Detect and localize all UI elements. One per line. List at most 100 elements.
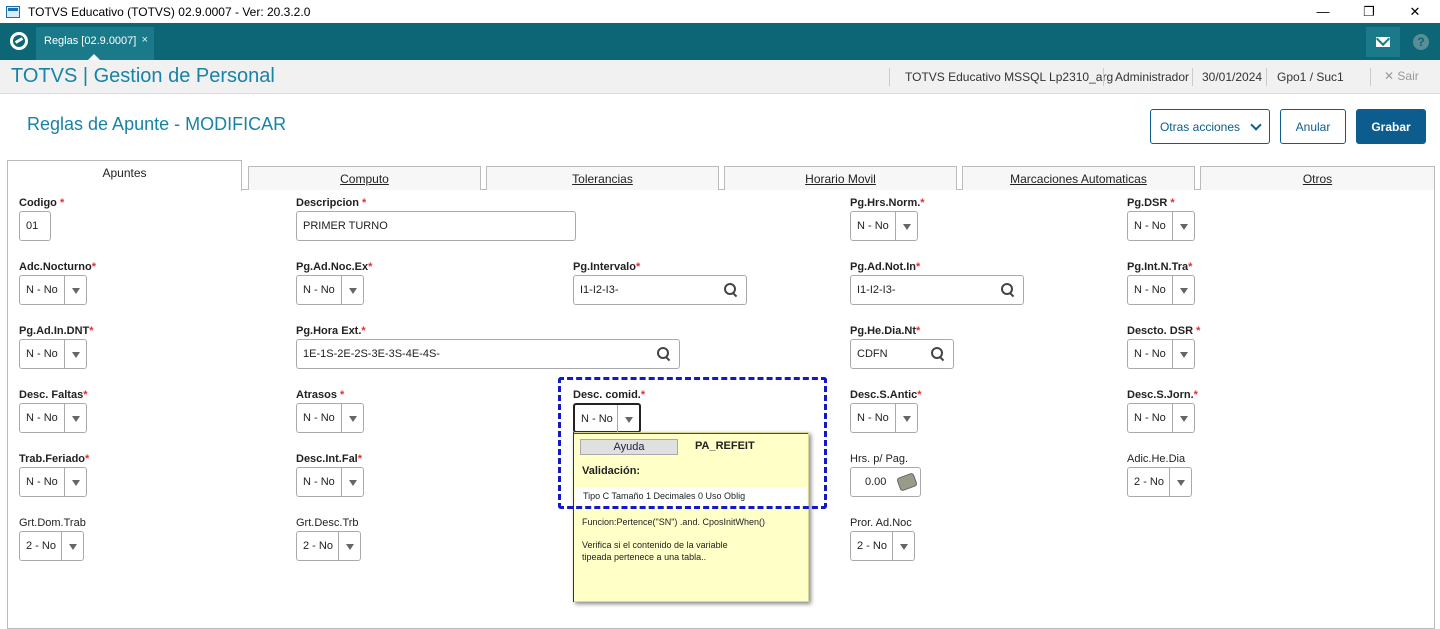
adc-nocturno-select[interactable]: N - No	[19, 275, 87, 305]
dropdown-arrow-icon	[341, 404, 363, 432]
help-icon: ?	[1413, 34, 1429, 50]
descripcion-label: Descripcion *	[296, 197, 367, 209]
header-divider	[1266, 68, 1267, 86]
dropdown-arrow-icon	[64, 340, 86, 368]
pg-ad-noc-ex-select[interactable]: N - No	[296, 275, 364, 305]
calculator-icon[interactable]	[896, 472, 918, 492]
user-label: Administrador	[1115, 70, 1190, 84]
search-icon[interactable]	[1001, 283, 1015, 297]
dropdown-arrow-icon	[64, 468, 86, 496]
grt-dom-trab-select[interactable]: 2 - No	[19, 531, 84, 561]
dropdown-arrow-icon	[892, 532, 914, 560]
anular-button[interactable]: Anular	[1280, 109, 1346, 144]
header-divider	[1192, 68, 1193, 86]
tab-horario-movil[interactable]: Horario Movil	[724, 166, 957, 190]
validation-function: Funcion:Pertence("SN") .and. CposInitWhe…	[582, 517, 765, 527]
grt-desc-trb-label: Grt.Desc.Trb	[296, 517, 359, 529]
pg-hrs-norm-label: Pg.Hrs.Norm.*	[850, 197, 925, 209]
help-button[interactable]: ?	[1404, 27, 1438, 57]
trab-feriado-select[interactable]: N - No	[19, 467, 87, 497]
tab-marcaciones-label: Marcaciones Automaticas	[1010, 172, 1147, 186]
codigo-field[interactable]: 01	[19, 211, 51, 241]
dropdown-arrow-icon	[1172, 276, 1194, 304]
atrasos-label: Atrasos *	[296, 389, 345, 401]
mail-button[interactable]	[1366, 27, 1400, 57]
tab-otros[interactable]: Otros	[1200, 166, 1435, 190]
pg-ad-in-dnt-select[interactable]: N - No	[19, 339, 87, 369]
desc-s-antic-select[interactable]: N - No	[850, 403, 918, 433]
dropdown-arrow-icon	[1169, 468, 1191, 496]
tab-apuntes[interactable]: Apuntes	[7, 160, 242, 191]
exit-button[interactable]: ✕ Sair	[1384, 69, 1419, 83]
descto-dsr-select[interactable]: N - No	[1127, 339, 1195, 369]
descto-dsr-label: Descto. DSR *	[1127, 325, 1201, 337]
dropdown-arrow-icon	[895, 212, 917, 240]
desc-s-jorn-select[interactable]: N - No	[1127, 403, 1195, 433]
tab-otros-label: Otros	[1302, 172, 1333, 186]
hrs-p-pag-field[interactable]: 0.00	[850, 467, 921, 497]
folder-tabs: Apuntes Computo Tolerancias Horario Movi…	[7, 160, 1435, 191]
close-icon: ✕	[1384, 69, 1395, 83]
app-window-icon	[6, 5, 20, 18]
pg-dsr-select[interactable]: N - No	[1127, 211, 1195, 241]
pror-ad-noc-label: Pror. Ad.Noc	[850, 517, 912, 529]
close-window-button[interactable]: ✕	[1392, 0, 1438, 23]
dropdown-arrow-icon	[1172, 404, 1194, 432]
totvs-logo-icon[interactable]	[10, 32, 28, 50]
pg-ad-not-in-field[interactable]: I1-I2-I3-	[850, 275, 1024, 305]
search-icon[interactable]	[931, 347, 945, 361]
desc-int-fal-label: Desc.Int.Fal*	[296, 453, 363, 465]
environment-label: TOTVS Educativo MSSQL Lp2310_arg	[905, 70, 1114, 84]
desc-s-jorn-label: Desc.S.Jorn.*	[1127, 389, 1198, 401]
branch-label: Gpo1 / Suc1	[1277, 70, 1344, 84]
pg-int-n-tra-select[interactable]: N - No	[1127, 275, 1195, 305]
exit-label: Sair	[1397, 69, 1419, 83]
otras-acciones-label: Otras acciones	[1159, 119, 1241, 134]
tab-computo[interactable]: Computo	[248, 166, 481, 190]
desc-faltas-select[interactable]: N - No	[19, 403, 87, 433]
search-icon[interactable]	[657, 347, 671, 361]
pror-ad-noc-select[interactable]: 2 - No	[850, 531, 915, 561]
descripcion-field[interactable]: PRIMER TURNO	[296, 211, 576, 241]
codigo-label: Codigo *	[19, 197, 65, 209]
mail-icon	[1376, 37, 1390, 47]
tab-tolerancias-label: Tolerancias	[572, 172, 633, 186]
page-title: Reglas de Apunte - MODIFICAR	[27, 114, 287, 134]
search-icon[interactable]	[724, 283, 738, 297]
dropdown-arrow-icon	[895, 404, 917, 432]
tab-horario-movil-label: Horario Movil	[805, 172, 876, 186]
atrasos-select[interactable]: N - No	[296, 403, 364, 433]
tab-reglas[interactable]: Reglas [02.9.0007] ×	[36, 27, 154, 60]
tab-close-icon[interactable]: ×	[142, 34, 148, 46]
otras-acciones-button[interactable]: Otras acciones	[1150, 109, 1270, 144]
desc-int-fal-select[interactable]: N - No	[296, 467, 364, 497]
dropdown-arrow-icon	[1172, 212, 1194, 240]
chevron-down-icon	[1250, 118, 1262, 131]
pg-ad-in-dnt-label: Pg.Ad.In.DNT*	[19, 325, 94, 337]
pg-intervalo-label: Pg.Intervalo*	[573, 261, 641, 273]
pg-intervalo-field[interactable]: I1-I2-I3-	[573, 275, 747, 305]
pg-ad-not-in-label: Pg.Ad.Not.In*	[850, 261, 921, 273]
minimize-button[interactable]: —	[1300, 0, 1346, 23]
dropdown-arrow-icon	[64, 276, 86, 304]
header-divider	[1103, 68, 1104, 86]
pg-int-n-tra-label: Pg.Int.N.Tra*	[1127, 261, 1193, 273]
pg-hrs-norm-select[interactable]: N - No	[850, 211, 918, 241]
trab-feriado-label: Trab.Feriado*	[19, 453, 90, 465]
tab-marcaciones-automaticas[interactable]: Marcaciones Automaticas	[962, 166, 1195, 190]
pg-hora-ext-field[interactable]: 1E-1S-2E-2S-3E-3S-4E-4S-	[296, 339, 680, 369]
restore-button[interactable]: ❐	[1346, 0, 1392, 23]
grt-desc-trb-select[interactable]: 2 - No	[296, 531, 361, 561]
date-label: 30/01/2024	[1202, 70, 1263, 84]
tab-tolerancias[interactable]: Tolerancias	[486, 166, 719, 190]
grabar-button[interactable]: Grabar	[1356, 109, 1426, 144]
tab-computo-label: Computo	[340, 172, 389, 186]
top-tab-bar: Reglas [02.9.0007] × ?	[0, 23, 1440, 60]
pg-he-dia-nt-label: Pg.He.Dia.Nt*	[850, 325, 921, 337]
window-title-bar: TOTVS Educativo (TOTVS) 02.9.0007 - Ver:…	[0, 0, 1440, 23]
app-title: TOTVS | Gestion de Personal	[11, 65, 275, 87]
dropdown-arrow-icon	[338, 532, 360, 560]
pg-he-dia-nt-field[interactable]: CDFN	[850, 339, 954, 369]
adic-he-dia-select[interactable]: 2 - No	[1127, 467, 1192, 497]
grt-dom-trab-label: Grt.Dom.Trab	[19, 517, 86, 529]
